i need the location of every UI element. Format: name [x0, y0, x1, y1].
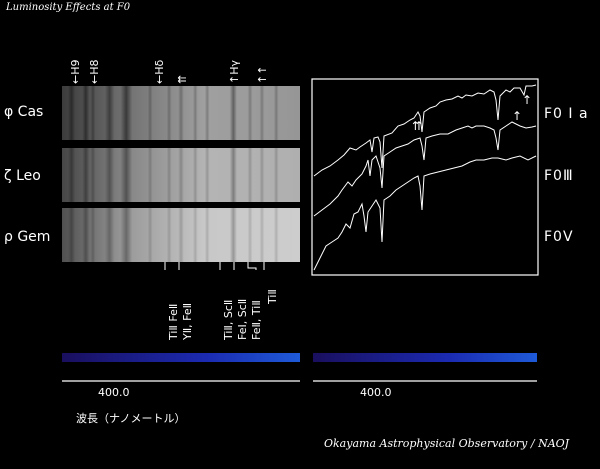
- color-bar-left: [62, 353, 300, 362]
- tracing-f0-v: [313, 155, 537, 271]
- tracing-panel-frame: [311, 78, 539, 276]
- label-leader-lines: [164, 262, 265, 270]
- spectra-graphics: ⇈ ↑ ↑: [62, 78, 539, 382]
- wavelength-axis-title: 波長（ナノメートル）: [76, 412, 186, 425]
- tracing-marker-up-1: ↑: [512, 109, 522, 123]
- tracing-f0-iii: [313, 121, 537, 217]
- wavelength-tick-right: 400.0: [360, 386, 392, 399]
- tracing-marker-double: ⇈: [412, 119, 422, 133]
- figure: Luminosity Effects at F0 φ Cas ζ Leo ρ G…: [0, 0, 600, 469]
- tracing-marker-up-2: ↑: [522, 93, 532, 107]
- color-bar-right: [313, 353, 537, 362]
- wavelength-tick-left: 400.0: [98, 386, 130, 399]
- observatory-credit: Okayama Astrophysical Observatory / NAOJ: [324, 437, 570, 450]
- tracing-f0-ia: [313, 84, 537, 177]
- leader-fe-ti: [247, 262, 257, 270]
